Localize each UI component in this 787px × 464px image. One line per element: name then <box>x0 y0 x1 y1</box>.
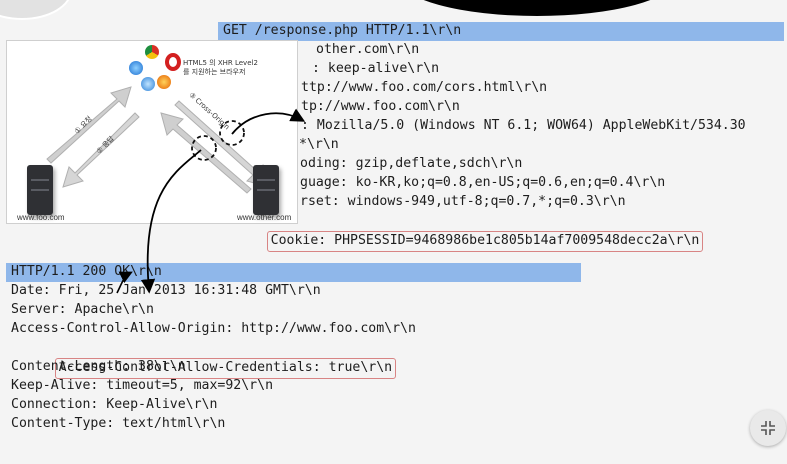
slide: GET /response.php HTTP/1.1\r\n other.com… <box>0 0 787 464</box>
collapse-button[interactable] <box>750 410 786 446</box>
connector-arrows <box>116 108 306 294</box>
connector-to-response-header <box>116 271 133 294</box>
collapse-icon <box>761 421 775 435</box>
connector-to-request <box>231 108 306 135</box>
connector-to-response <box>140 149 202 294</box>
